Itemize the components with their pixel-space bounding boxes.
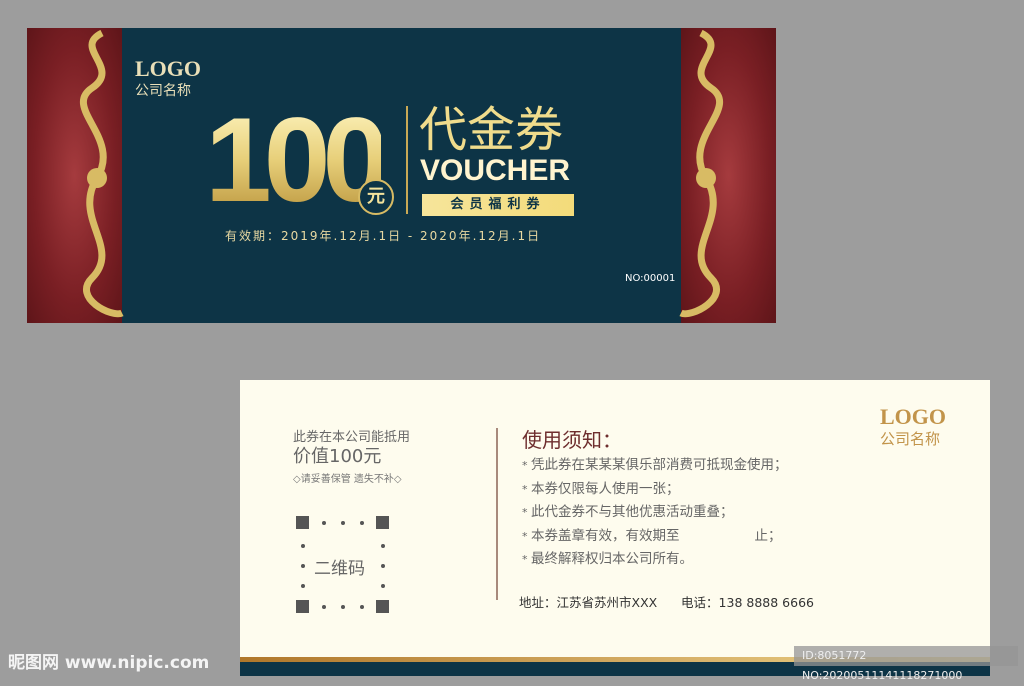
title-cn: 代金券 <box>419 102 564 158</box>
currency-badge: 元 <box>358 179 394 215</box>
logo: LOGO <box>135 56 202 81</box>
rule-item: 本券盖章有效，有效期至止； <box>522 525 788 549</box>
company-name: 公司名称 <box>880 430 941 448</box>
rule-item: 本券仅限每人使用一张； <box>522 478 788 502</box>
contact-info: 地址：江苏省苏州市XXX 电话：138 8888 6666 <box>519 595 814 610</box>
validity-period: 有效期：2019年.12月.1日 - 2020年.12月.1日 <box>225 229 542 243</box>
serial-number: NO:00001 <box>625 273 676 284</box>
image-id: ID:8051772 NO:20200511141118271000 <box>794 646 1018 682</box>
rule-item: 此代金券不与其他优惠活动重叠； <box>522 501 788 525</box>
gold-scroll-ornament-left <box>79 29 124 318</box>
logo: LOGO <box>880 404 947 429</box>
rules-list: 凭此券在某某某俱乐部消费可抵现金使用； 本券仅限每人使用一张； 此代金券不与其他… <box>522 454 788 572</box>
value-line: 价值100元 <box>293 446 382 467</box>
company-name: 公司名称 <box>135 83 191 99</box>
rule-item: 凭此券在某某某俱乐部消费可抵现金使用； <box>522 454 788 478</box>
title-en: VOUCHER <box>420 154 571 187</box>
gold-scroll-ornament-right <box>679 29 724 318</box>
voucher-front: LOGO 公司名称 100 元 代金券 VOUCHER 会员福利券 有效期：20… <box>27 28 776 323</box>
rule-item: 最终解释权归本公司所有。 <box>522 548 788 572</box>
watermark: 昵图网 www.nipic.com <box>8 653 210 673</box>
keep-safe-note: ◇请妥善保管 遗失不补◇ <box>293 474 402 485</box>
voucher-back: 此券在本公司能抵用 价值100元 ◇请妥善保管 遗失不补◇ 二维码 使用须知： … <box>240 380 990 676</box>
qr-code-placeholder: 二维码 <box>296 516 391 616</box>
divider <box>496 428 498 600</box>
qr-label: 二维码 <box>314 559 365 579</box>
divider <box>406 106 408 214</box>
member-badge: 会员福利券 <box>422 194 574 216</box>
rules-title: 使用须知： <box>522 428 622 452</box>
voucher-amount: 100 <box>205 93 389 227</box>
